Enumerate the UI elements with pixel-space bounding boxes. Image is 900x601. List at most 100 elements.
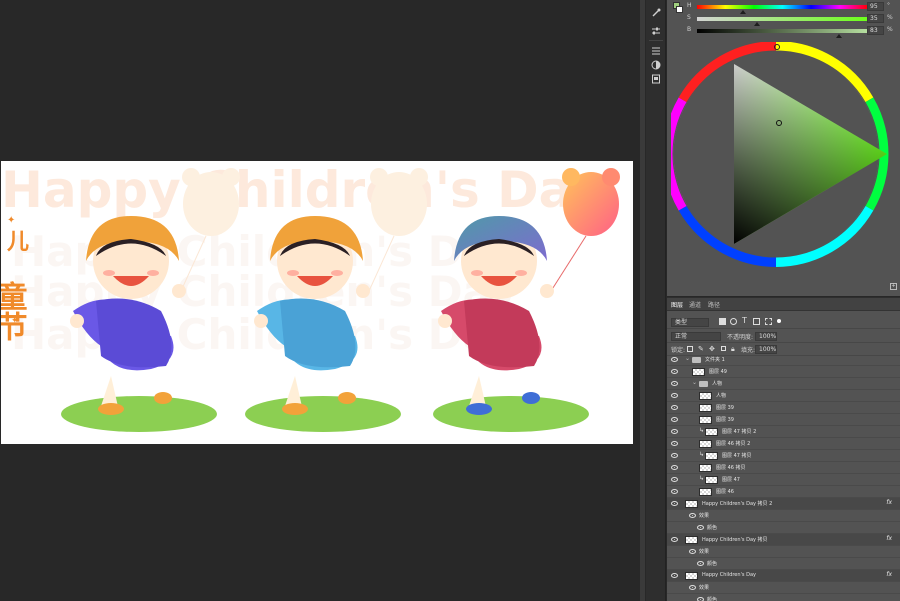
expand-icon[interactable]: + — [890, 283, 897, 290]
filter-kind-select[interactable]: 类型 — [671, 318, 709, 327]
filter-adjustment-icon[interactable] — [730, 318, 737, 325]
layer-row[interactable]: 图层 39 — [667, 414, 900, 426]
layer-name[interactable]: 人物 — [712, 380, 722, 387]
layer-row[interactable]: ⌄ 人物 — [667, 378, 900, 390]
visibility-eye-icon[interactable] — [697, 597, 704, 601]
visibility-eye-icon[interactable] — [671, 429, 678, 434]
layer-thumbnail[interactable] — [699, 488, 712, 496]
layer-row[interactable]: 图层 46 拷贝 — [667, 462, 900, 474]
layer-name[interactable]: 图层 47 — [722, 476, 740, 483]
saturation-track[interactable] — [697, 17, 868, 21]
layer-row[interactable]: ↳ 图层 47 拷贝 — [667, 450, 900, 462]
layer-thumbnail[interactable] — [699, 416, 712, 424]
visibility-eye-icon[interactable] — [671, 381, 678, 386]
history-brush-icon[interactable] — [649, 6, 663, 20]
filter-smart-object-icon[interactable] — [765, 318, 772, 325]
saturation-slider[interactable]: S 35 % — [681, 14, 900, 26]
layer-thumbnail[interactable] — [685, 536, 698, 544]
visibility-eye-icon[interactable] — [671, 489, 678, 494]
layer-thumbnail[interactable] — [705, 476, 718, 484]
properties-icon[interactable] — [649, 44, 663, 58]
visibility-eye-icon[interactable] — [689, 585, 696, 590]
layer-row[interactable]: Happy Children's Day 拷贝 2 fx — [667, 498, 900, 510]
adjustments-icon[interactable] — [649, 58, 663, 72]
layer-name[interactable]: 图层 47 拷贝 — [722, 452, 752, 459]
layer-name[interactable]: 图层 46 拷贝 2 — [716, 440, 750, 447]
layer-row[interactable]: ⌄ 文件夹 1 — [667, 354, 900, 366]
layer-name[interactable]: 颜色 — [707, 596, 717, 601]
layer-name[interactable]: 图层 46 拷贝 — [716, 464, 746, 471]
hue-slider[interactable]: H 95 ° — [681, 2, 900, 14]
library-icon[interactable] — [649, 72, 663, 86]
lock-position-icon[interactable]: ✥ — [709, 345, 715, 353]
visibility-eye-icon[interactable] — [671, 537, 678, 542]
lock-artboard-icon[interactable] — [721, 346, 726, 351]
layer-effects-icon[interactable]: fx — [886, 499, 892, 506]
layer-name[interactable]: Happy Children's Day — [702, 572, 756, 578]
hue-value-field[interactable]: 95 — [867, 2, 884, 11]
brightness-slider[interactable]: B 83 % — [681, 26, 900, 38]
layer-name[interactable]: 图层 47 拷贝 2 — [722, 428, 756, 435]
visibility-eye-icon[interactable] — [671, 465, 678, 470]
layer-row[interactable]: 效果 — [667, 546, 900, 558]
tab-channels[interactable]: 通道 — [689, 300, 701, 309]
layer-name[interactable]: Happy Children's Day 拷贝 — [702, 536, 768, 543]
visibility-eye-icon[interactable] — [697, 561, 704, 566]
layer-name[interactable]: 颜色 — [707, 524, 717, 531]
opacity-field[interactable]: 100% — [755, 332, 777, 341]
layer-row[interactable]: 颜色 — [667, 558, 900, 570]
tab-paths[interactable]: 路径 — [708, 300, 720, 309]
folder-caret-icon[interactable]: ⌄ — [685, 355, 690, 362]
brightness-thumb[interactable] — [836, 34, 842, 38]
layer-name[interactable]: 颜色 — [707, 560, 717, 567]
folder-caret-icon[interactable]: ⌄ — [692, 379, 697, 386]
layer-name[interactable]: 文件夹 1 — [705, 356, 725, 363]
visibility-eye-icon[interactable] — [671, 357, 678, 362]
layer-row[interactable]: 图层 46 — [667, 486, 900, 498]
visibility-eye-icon[interactable] — [671, 405, 678, 410]
layer-row[interactable]: 效果 — [667, 582, 900, 594]
filter-toggle-icon[interactable] — [777, 319, 781, 323]
fill-field[interactable]: 100% — [755, 345, 777, 354]
layer-thumbnail[interactable] — [699, 440, 712, 448]
layer-name[interactable]: 效果 — [699, 512, 709, 519]
visibility-eye-icon[interactable] — [671, 477, 678, 482]
lock-transparent-icon[interactable] — [687, 346, 693, 352]
visibility-eye-icon[interactable] — [671, 417, 678, 422]
visibility-eye-icon[interactable] — [671, 501, 678, 506]
layer-row[interactable]: 人物 — [667, 390, 900, 402]
layer-row[interactable]: 图层 46 拷贝 2 — [667, 438, 900, 450]
visibility-eye-icon[interactable] — [671, 453, 678, 458]
layer-thumbnail[interactable] — [705, 428, 718, 436]
layer-row[interactable]: 效果 — [667, 510, 900, 522]
layer-thumbnail[interactable] — [699, 404, 712, 412]
layer-thumbnail[interactable] — [699, 392, 712, 400]
brightness-value-field[interactable]: 83 — [867, 26, 884, 35]
visibility-eye-icon[interactable] — [697, 525, 704, 530]
layer-row[interactable]: 颜色 — [667, 522, 900, 534]
visibility-eye-icon[interactable] — [671, 573, 678, 578]
layer-name[interactable]: 效果 — [699, 584, 709, 591]
artboard[interactable]: Happy Children's Day Happy Children's Da… — [1, 161, 633, 444]
layer-row[interactable]: 图层 49 — [667, 366, 900, 378]
layer-row[interactable]: Happy Children's Day fx — [667, 570, 900, 582]
layer-row[interactable]: Happy Children's Day 拷贝 fx — [667, 534, 900, 546]
visibility-eye-icon[interactable] — [671, 369, 678, 374]
layer-name[interactable]: 图层 49 — [709, 368, 727, 375]
layer-name[interactable]: 人物 — [716, 392, 726, 399]
layer-thumbnail[interactable] — [692, 368, 705, 376]
color-wheel[interactable] — [671, 42, 897, 272]
layer-name[interactable]: 图层 46 — [716, 488, 734, 495]
layer-row[interactable]: 颜色 — [667, 594, 900, 601]
lock-paint-icon[interactable]: ✎ — [698, 345, 704, 353]
layer-effects-icon[interactable]: fx — [886, 571, 892, 578]
brightness-track[interactable] — [697, 29, 868, 33]
visibility-eye-icon[interactable] — [689, 513, 696, 518]
layer-row[interactable]: 图层 39 — [667, 402, 900, 414]
filter-type-icon[interactable]: T — [742, 316, 747, 325]
layer-list[interactable]: ⌄ 文件夹 1 图层 49 ⌄ 人物 人物 图层 39 图层 39 ↳ 图层 47 拷贝 2 图层 … — [667, 354, 900, 601]
visibility-eye-icon[interactable] — [689, 549, 696, 554]
saturation-value-field[interactable]: 35 — [867, 14, 884, 23]
layer-name[interactable]: 图层 39 — [716, 404, 734, 411]
canvas-vertical-scrollbar[interactable] — [640, 0, 645, 601]
